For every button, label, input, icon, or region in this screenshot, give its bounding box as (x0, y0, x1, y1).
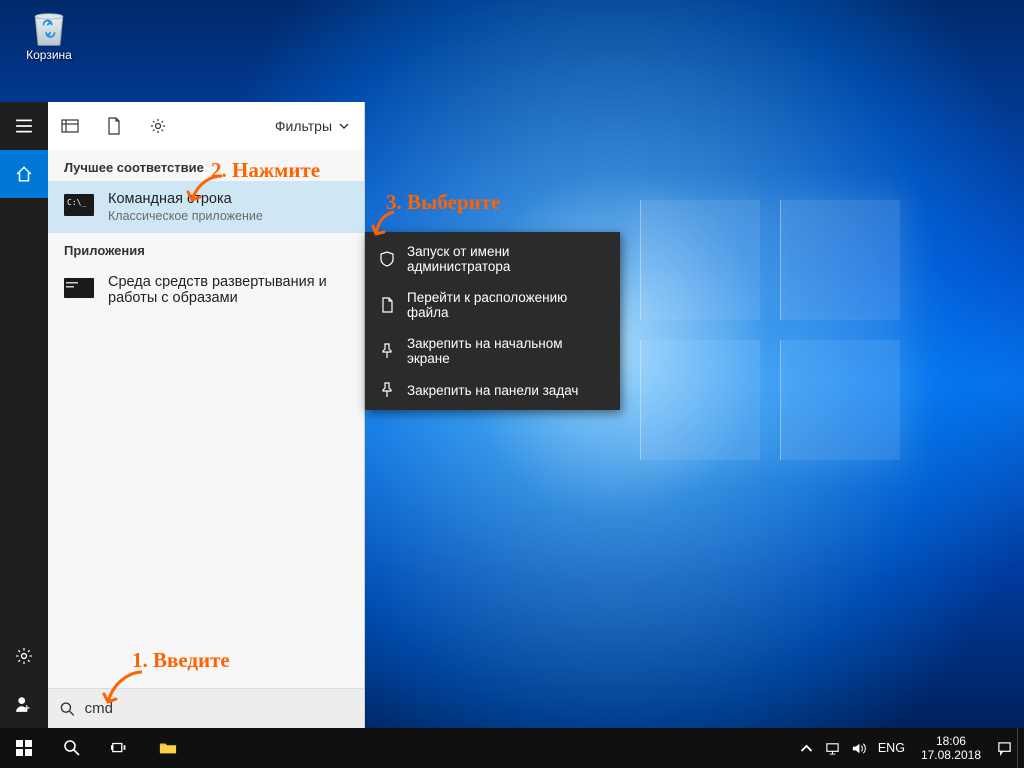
cmd-icon: C:\_ (64, 193, 94, 217)
annotation-step2: 2. Нажмите (211, 158, 320, 183)
ctx-pin-to-taskbar[interactable]: Закрепить на панели задач (365, 374, 620, 406)
search-icon (63, 739, 81, 757)
apps-tab-icon[interactable] (48, 102, 92, 150)
filters-button[interactable]: Фильтры (261, 102, 364, 150)
windows-logo-icon (15, 739, 33, 757)
result-command-prompt[interactable]: C:\_ Командная строка Классическое прило… (48, 181, 364, 233)
clock-date: 17.08.2018 (921, 748, 981, 762)
hamburger-menu-button[interactable] (0, 102, 48, 150)
start-button[interactable] (0, 728, 48, 768)
tray-network[interactable] (820, 728, 846, 768)
ctx-run-as-admin[interactable]: Запуск от имени администратора (365, 236, 620, 282)
recycle-bin-label: Корзина (14, 48, 84, 62)
rail-settings-button[interactable] (0, 632, 48, 680)
result-title: Среда средств развертывания и работы с о… (108, 274, 348, 306)
ctx-label: Запуск от имени администратора (407, 244, 606, 274)
result-subtitle: Классическое приложение (108, 209, 263, 223)
tray-volume[interactable] (846, 728, 872, 768)
chevron-up-icon (799, 741, 814, 756)
search-top-tabs: Фильтры (48, 102, 364, 150)
home-button[interactable] (0, 150, 48, 198)
folder-icon (159, 739, 177, 757)
notification-icon (997, 741, 1012, 756)
cmd-icon (64, 276, 94, 300)
search-icon (60, 701, 75, 717)
taskbar: ENG 18:06 17.08.2018 (0, 728, 1024, 768)
shield-icon (379, 251, 395, 267)
settings-tab-icon[interactable] (136, 102, 180, 150)
pin-icon (379, 343, 395, 359)
network-icon (825, 741, 840, 756)
tray-chevron-up[interactable] (794, 728, 820, 768)
ctx-label: Закрепить на начальном экране (407, 336, 606, 366)
windows-logo-background (640, 200, 900, 460)
search-input-row (48, 688, 364, 728)
start-left-rail (0, 102, 48, 728)
ctx-label: Перейти к расположению файла (407, 290, 606, 320)
result-title: Командная строка (108, 191, 263, 207)
context-menu: Запуск от имени администратора Перейти к… (365, 232, 620, 410)
speaker-icon (851, 741, 866, 756)
ctx-label: Закрепить на панели задач (407, 383, 578, 398)
show-desktop-button[interactable] (1017, 728, 1024, 768)
search-input[interactable] (85, 700, 352, 717)
file-location-icon (379, 297, 395, 313)
taskbar-search-button[interactable] (48, 728, 96, 768)
clock-time: 18:06 (921, 734, 981, 748)
task-view-icon (111, 739, 129, 757)
panel-empty-space (48, 316, 364, 688)
start-search-panel: Фильтры Лучшее соответствие C:\_ Командн… (48, 102, 365, 728)
language-label: ENG (878, 741, 905, 755)
documents-tab-icon[interactable] (92, 102, 136, 150)
ctx-open-file-location[interactable]: Перейти к расположению файла (365, 282, 620, 328)
apps-header: Приложения (48, 233, 364, 264)
recycle-bin-icon[interactable]: Корзина (14, 4, 84, 62)
filters-label: Фильтры (275, 118, 332, 134)
result-deployment-tools[interactable]: Среда средств развертывания и работы с о… (48, 264, 364, 316)
annotation-step1: 1. Введите (132, 648, 230, 673)
ctx-pin-to-start[interactable]: Закрепить на начальном экране (365, 328, 620, 374)
file-explorer-button[interactable] (144, 728, 192, 768)
taskbar-clock[interactable]: 18:06 17.08.2018 (911, 734, 991, 763)
action-center-button[interactable] (991, 728, 1017, 768)
tray-language[interactable]: ENG (872, 728, 911, 768)
task-view-button[interactable] (96, 728, 144, 768)
chevron-down-icon (338, 120, 350, 132)
rail-user-button[interactable] (0, 680, 48, 728)
pin-icon (379, 382, 395, 398)
annotation-step3: 3. Выберите (386, 190, 500, 215)
svg-text:C:\_: C:\_ (67, 198, 86, 207)
